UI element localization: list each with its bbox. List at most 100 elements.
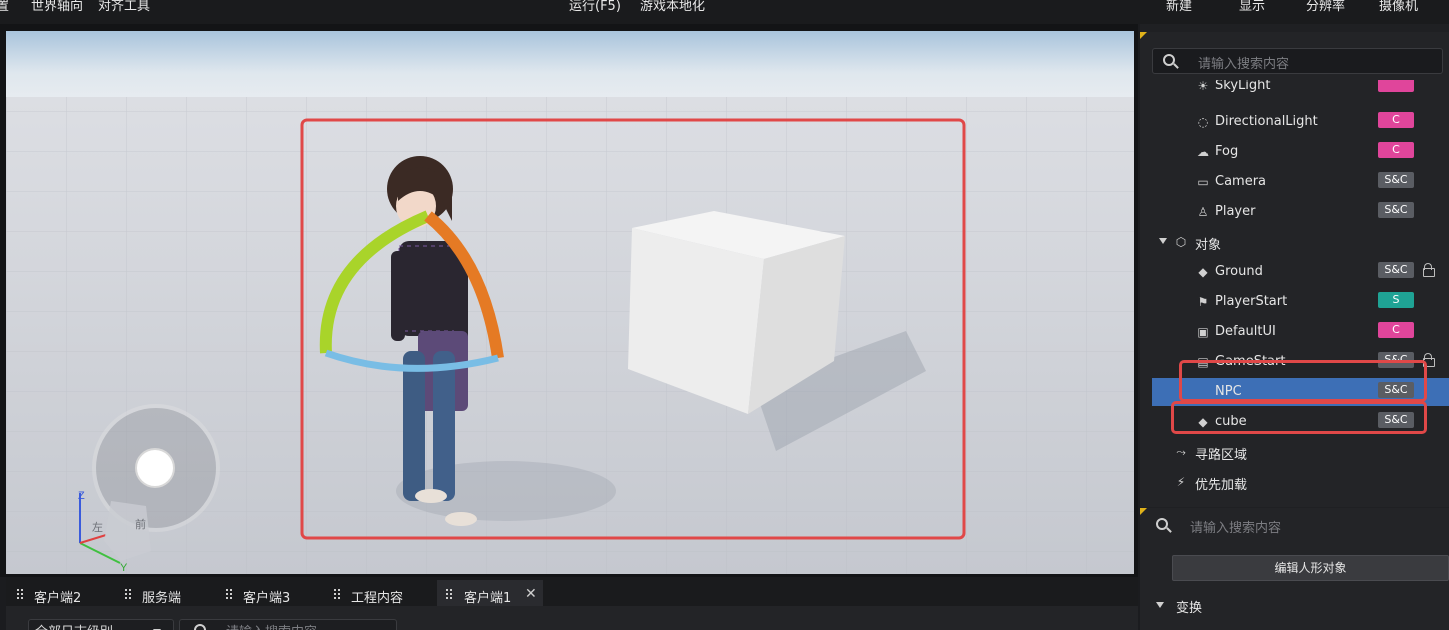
tab-client-2[interactable]: 客户端2 [14, 580, 114, 606]
drag-handle-icon[interactable] [334, 589, 340, 600]
menu-item-run[interactable]: 运行(F5) [569, 0, 621, 16]
menu-item-world-axis[interactable]: 世界轴向 [31, 0, 83, 16]
transform-section-header[interactable]: 变换 [1140, 592, 1449, 620]
section-label: 变换 [1176, 601, 1203, 616]
tree-item-defaultui[interactable]: ▣ DefaultUI C [1140, 318, 1449, 346]
drag-handle-icon[interactable] [17, 589, 23, 600]
scene-viewport[interactable]: Z Y 左 前 [6, 31, 1134, 574]
outliner-search-input[interactable]: 请输入搜索内容 [1152, 48, 1443, 74]
menu-item-layout[interactable]: 置 [0, 0, 9, 16]
tree-item-player[interactable]: ♙ Player S&C [1140, 198, 1449, 226]
menu-item-resolution[interactable]: 分辨率 [1306, 0, 1345, 16]
tab-label: 客户端1 [464, 591, 512, 606]
gizmo-face-front: 前 [135, 517, 146, 531]
details-panel: 请输入搜索内容 编辑人形对象 变换 [1140, 508, 1449, 630]
log-search-placeholder: 请输入搜索内容 [226, 621, 317, 630]
tree-item-fog[interactable]: ☁ Fog C [1140, 138, 1449, 166]
tree-item-camera[interactable]: ▭ Camera S&C [1140, 168, 1449, 196]
tree-item-label: DirectionalLight [1215, 114, 1318, 129]
tab-label: 服务端 [142, 591, 182, 606]
tree-item-label: 寻路区域 [1195, 448, 1248, 463]
tab-client-1[interactable]: 客户端1 ✕ [437, 580, 543, 606]
log-level-label: 全部日志级别 [35, 621, 113, 630]
mesh-icon: ◆ [1198, 265, 1208, 279]
drag-handle-icon[interactable] [125, 589, 131, 600]
tab-label: 客户端3 [243, 591, 291, 606]
tab-label: 工程内容 [351, 591, 404, 606]
network-badge: S [1378, 292, 1414, 308]
axis-label-z: Z [78, 490, 85, 502]
close-icon[interactable]: ✕ [525, 586, 537, 602]
cube-outline-icon: ⬡ [1175, 235, 1187, 249]
expand-caret-icon[interactable] [1159, 238, 1167, 244]
npc-annotation-box [1179, 360, 1427, 402]
network-badge: C [1378, 322, 1414, 338]
tree-item-label: SkyLight [1215, 80, 1271, 93]
network-badge: C [1378, 142, 1414, 158]
search-icon [194, 624, 206, 630]
scene-outliner: 请输入搜索内容 ☀ SkyLight ◌ DirectionalLight C … [1140, 32, 1449, 507]
camera-icon: ▭ [1197, 175, 1209, 189]
ui-icon: ▣ [1197, 325, 1209, 339]
network-badge: C [1378, 112, 1414, 128]
menu-item-new[interactable]: 新建 [1166, 0, 1192, 16]
right-panel: 请输入搜索内容 ☀ SkyLight ◌ DirectionalLight C … [1140, 24, 1449, 630]
scene-render[interactable]: Z Y 左 前 [6, 31, 1134, 574]
outliner-search-placeholder: 请输入搜索内容 [1198, 57, 1290, 72]
tree-item-label: Camera [1215, 174, 1267, 189]
tree-item-ground[interactable]: ◆ Ground S&C [1140, 258, 1449, 286]
menu-item-localization[interactable]: 游戏本地化 [640, 0, 705, 16]
tree-item-label: 优先加载 [1195, 478, 1248, 493]
gizmo-face-left: 左 [92, 521, 103, 534]
edit-humanoid-button[interactable]: 编辑人形对象 [1172, 555, 1449, 581]
menu-item-align-tools[interactable]: 对齐工具 [98, 0, 150, 16]
tree-item-navmesh[interactable]: ⤳ 寻路区域 [1140, 438, 1449, 466]
outliner-tree: ☀ SkyLight ◌ DirectionalLight C ☁ Fog C … [1140, 80, 1449, 500]
tree-item-preload[interactable]: ⚡ 优先加载 [1140, 468, 1449, 496]
outliner-corner-mark [1140, 32, 1147, 39]
sky [6, 31, 1134, 101]
lock-icon[interactable] [1423, 263, 1435, 277]
tree-item-skylight[interactable]: ☀ SkyLight [1140, 80, 1449, 100]
menu-item-camera[interactable]: 摄像机 [1379, 0, 1418, 16]
bottom-tab-bar: 客户端2 服务端 客户端3 工程内容 客户端1 ✕ [6, 577, 1138, 606]
lightning-icon: ⚡ [1176, 475, 1186, 489]
path-icon: ⤳ [1176, 445, 1186, 459]
drag-handle-icon[interactable] [226, 589, 232, 600]
expand-caret-icon[interactable] [1156, 602, 1164, 608]
tab-label: 客户端2 [34, 591, 82, 606]
bulb-icon: ◌ [1197, 115, 1209, 129]
network-badge: S&C [1378, 202, 1414, 218]
details-search-placeholder: 请输入搜索内容 [1190, 521, 1282, 536]
tree-item-label: Ground [1215, 264, 1263, 279]
log-toolbar: 全部日志级别 请输入搜索内容 [6, 606, 1138, 630]
log-level-select[interactable]: 全部日志级别 [28, 619, 174, 630]
tab-server[interactable]: 服务端 [122, 580, 217, 606]
search-icon [1156, 518, 1168, 530]
tab-client-3[interactable]: 客户端3 [223, 580, 323, 606]
person-icon: ♙ [1197, 205, 1209, 219]
axis-label-y: Y [120, 562, 128, 574]
tree-item-label: PlayerStart [1215, 294, 1288, 309]
log-search-input[interactable]: 请输入搜索内容 [179, 619, 397, 630]
tab-project-content[interactable]: 工程内容 [331, 580, 431, 606]
tree-folder-label: 对象 [1195, 238, 1222, 253]
cloud-icon: ☁ [1197, 145, 1209, 159]
tree-item-label: DefaultUI [1215, 324, 1276, 339]
tree-item-label: Fog [1215, 144, 1239, 159]
network-badge: S&C [1378, 262, 1414, 278]
flag-icon: ⚑ [1197, 295, 1209, 309]
search-icon [1163, 54, 1175, 66]
tree-item-label: Player [1215, 204, 1256, 219]
cube-annotation-box [1171, 401, 1427, 434]
tree-item-directionallight[interactable]: ◌ DirectionalLight C [1140, 108, 1449, 136]
menu-item-display[interactable]: 显示 [1239, 0, 1265, 16]
drag-handle-icon[interactable] [446, 589, 452, 600]
details-search-input[interactable]: 请输入搜索内容 [1144, 512, 1445, 538]
tree-item-playerstart[interactable]: ⚑ PlayerStart S [1140, 288, 1449, 316]
menu-bar: 置 世界轴向 对齐工具 运行(F5) 游戏本地化 新建 显示 分辨率 摄像机 [0, 0, 1449, 24]
network-badge [1378, 80, 1414, 92]
sun-icon: ☀ [1197, 80, 1209, 93]
tree-folder-objects[interactable]: ⬡ 对象 [1140, 228, 1449, 256]
network-badge: S&C [1378, 172, 1414, 188]
